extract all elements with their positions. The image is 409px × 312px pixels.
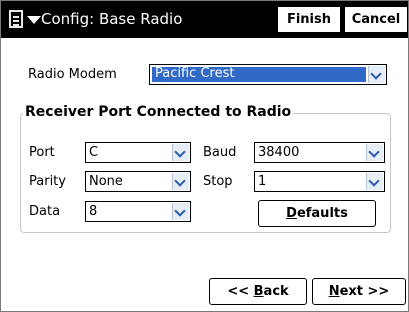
back-mnemonic: B <box>253 284 264 299</box>
config-base-radio-window: Config: Base Radio Finish Cancel Radio M… <box>0 0 409 312</box>
chevron-down-icon[interactable] <box>368 66 385 83</box>
port-value: C <box>89 145 99 160</box>
cancel-button[interactable]: Cancel <box>344 6 408 33</box>
chevron-down-icon[interactable] <box>366 173 383 190</box>
chevron-down-icon[interactable] <box>172 203 189 220</box>
radio-modem-label: Radio Modem <box>28 67 117 82</box>
window-title: Config: Base Radio <box>41 10 183 28</box>
chevron-down-icon[interactable] <box>172 144 189 161</box>
back-rest: ack <box>263 284 289 299</box>
chevron-down-icon[interactable] <box>172 173 189 190</box>
defaults-rest: efaults <box>296 206 348 221</box>
baud-label: Baud <box>203 145 237 160</box>
finish-button[interactable]: Finish <box>277 6 341 33</box>
parity-label: Parity <box>29 174 66 189</box>
radio-modem-select[interactable]: Pacific Crest <box>149 64 387 85</box>
radio-modem-value: Pacific Crest <box>155 66 235 81</box>
data-value: 8 <box>89 204 98 219</box>
port-select[interactable]: C <box>85 142 191 163</box>
port-label: Port <box>29 145 55 160</box>
data-label: Data <box>29 204 61 219</box>
parity-select[interactable]: None <box>85 171 191 192</box>
title-bar: Config: Base Radio Finish Cancel <box>1 1 408 38</box>
defaults-mnemonic: D <box>286 206 297 221</box>
baud-value: 38400 <box>258 145 300 160</box>
stop-value: 1 <box>258 174 267 189</box>
stop-label: Stop <box>203 174 233 189</box>
parity-value: None <box>89 174 123 189</box>
receiver-port-group-title: Receiver Port Connected to Radio <box>23 104 294 120</box>
back-button[interactable]: << Back <box>209 278 307 305</box>
chevron-down-icon[interactable] <box>366 144 383 161</box>
data-select[interactable]: 8 <box>85 201 191 222</box>
next-mnemonic: N <box>328 284 340 299</box>
menu-arrow-icon <box>27 16 41 24</box>
defaults-button[interactable]: Defaults <box>258 200 376 227</box>
back-prefix: << <box>227 284 254 299</box>
baud-select[interactable]: 38400 <box>254 142 385 163</box>
document-menu-icon <box>9 10 23 28</box>
next-rest: ext >> <box>339 284 390 299</box>
stop-select[interactable]: 1 <box>254 171 385 192</box>
next-button[interactable]: Next >> <box>312 278 406 305</box>
